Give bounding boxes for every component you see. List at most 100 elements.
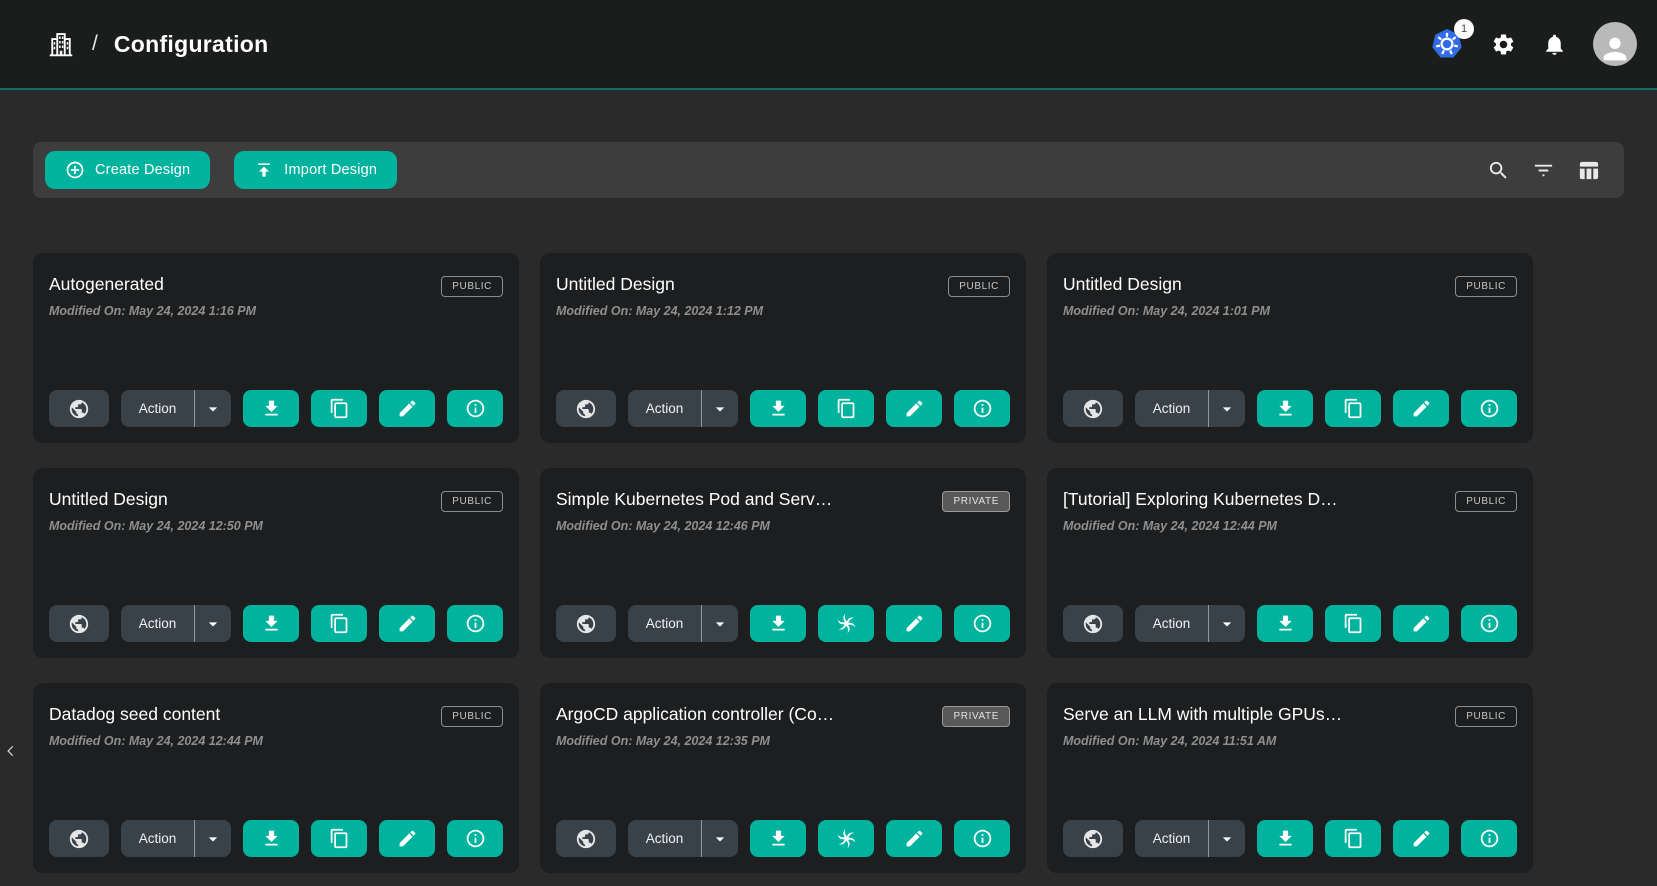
info-icon (465, 828, 486, 849)
download-design-button[interactable] (1257, 605, 1313, 642)
download-icon (1275, 613, 1296, 634)
clone-design-button[interactable] (311, 390, 367, 427)
design-info-button[interactable] (447, 390, 503, 427)
download-design-button[interactable] (243, 605, 299, 642)
edit-design-button[interactable] (379, 820, 435, 857)
visibility-globe-button[interactable] (1063, 605, 1123, 642)
design-info-button[interactable] (954, 820, 1010, 857)
action-button-label[interactable]: Action (121, 390, 195, 427)
design-title: Serve an LLM with multiple GPUs… (1063, 704, 1342, 726)
action-split-button[interactable]: Action (121, 820, 231, 857)
action-dropdown-toggle[interactable] (702, 390, 738, 427)
action-dropdown-toggle[interactable] (1209, 390, 1245, 427)
visibility-globe-button[interactable] (49, 390, 109, 427)
action-button-label[interactable]: Action (121, 820, 195, 857)
design-info-button[interactable] (447, 605, 503, 642)
edit-pencil-icon (1411, 613, 1432, 634)
design-title: Datadog seed content (49, 704, 220, 726)
visibility-badge: PUBLIC (441, 276, 503, 297)
design-info-button[interactable] (1461, 820, 1517, 857)
design-info-button[interactable] (1461, 390, 1517, 427)
edit-design-button[interactable] (1393, 390, 1449, 427)
edit-design-button[interactable] (1393, 820, 1449, 857)
design-info-button[interactable] (954, 390, 1010, 427)
action-split-button[interactable]: Action (628, 390, 738, 427)
organization-icon[interactable] (46, 29, 76, 59)
edit-design-button[interactable] (886, 820, 942, 857)
edit-design-button[interactable] (886, 390, 942, 427)
caret-down-icon (1217, 399, 1237, 419)
edit-design-button[interactable] (379, 605, 435, 642)
design-info-button[interactable] (447, 820, 503, 857)
visibility-globe-button[interactable] (49, 820, 109, 857)
download-design-button[interactable] (750, 390, 806, 427)
table-view-icon[interactable] (1577, 159, 1600, 182)
download-icon (261, 398, 282, 419)
edit-design-button[interactable] (379, 390, 435, 427)
copy-icon (329, 828, 350, 849)
edit-pencil-icon (397, 398, 418, 419)
design-info-button[interactable] (1461, 605, 1517, 642)
visibility-globe-button[interactable] (556, 390, 616, 427)
modified-on-text: Modified On: May 24, 2024 1:01 PM (1063, 304, 1517, 318)
filter-icon[interactable] (1532, 159, 1555, 182)
edit-design-button[interactable] (886, 605, 942, 642)
download-design-button[interactable] (243, 820, 299, 857)
search-icon[interactable] (1487, 159, 1510, 182)
edit-design-button[interactable] (1393, 605, 1449, 642)
clone-design-button[interactable] (818, 820, 874, 857)
card-header: Untitled Design PUBLIC (1063, 274, 1517, 297)
visibility-globe-button[interactable] (1063, 820, 1123, 857)
design-card: Autogenerated PUBLIC Modified On: May 24… (33, 253, 519, 443)
action-dropdown-toggle[interactable] (195, 820, 231, 857)
action-split-button[interactable]: Action (1135, 605, 1245, 642)
action-dropdown-toggle[interactable] (1209, 820, 1245, 857)
notifications-bell-icon[interactable] (1542, 32, 1567, 57)
action-split-button[interactable]: Action (628, 605, 738, 642)
action-split-button[interactable]: Action (121, 605, 231, 642)
visibility-globe-button[interactable] (49, 605, 109, 642)
kubernetes-context-button[interactable]: 1 (1429, 26, 1465, 62)
download-design-button[interactable] (1257, 820, 1313, 857)
create-design-button[interactable]: Create Design (45, 151, 210, 189)
caret-down-icon (203, 399, 223, 419)
design-info-button[interactable] (954, 605, 1010, 642)
clone-design-button[interactable] (1325, 390, 1381, 427)
clone-design-button[interactable] (818, 390, 874, 427)
download-design-button[interactable] (750, 605, 806, 642)
action-button-label[interactable]: Action (1135, 390, 1209, 427)
action-button-label[interactable]: Action (121, 605, 195, 642)
action-split-button[interactable]: Action (628, 820, 738, 857)
user-avatar[interactable] (1593, 22, 1637, 66)
clone-design-button[interactable] (818, 605, 874, 642)
action-dropdown-toggle[interactable] (702, 820, 738, 857)
download-design-button[interactable] (243, 390, 299, 427)
action-dropdown-toggle[interactable] (1209, 605, 1245, 642)
action-split-button[interactable]: Action (121, 390, 231, 427)
action-dropdown-toggle[interactable] (195, 605, 231, 642)
sidebar-collapse-handle[interactable] (2, 738, 20, 764)
action-button-label[interactable]: Action (1135, 820, 1209, 857)
action-dropdown-toggle[interactable] (195, 390, 231, 427)
visibility-globe-button[interactable] (556, 820, 616, 857)
visibility-globe-button[interactable] (1063, 390, 1123, 427)
action-split-button[interactable]: Action (1135, 820, 1245, 857)
visibility-globe-button[interactable] (556, 605, 616, 642)
action-button-label[interactable]: Action (1135, 605, 1209, 642)
action-button-label[interactable]: Action (628, 390, 702, 427)
clone-design-button[interactable] (1325, 605, 1381, 642)
card-header: Datadog seed content PUBLIC (49, 704, 503, 727)
clone-design-button[interactable] (311, 605, 367, 642)
action-button-label[interactable]: Action (628, 820, 702, 857)
settings-gear-icon[interactable] (1491, 32, 1516, 57)
action-button-label[interactable]: Action (628, 605, 702, 642)
clone-design-button[interactable] (311, 820, 367, 857)
clone-design-button[interactable] (1325, 820, 1381, 857)
action-dropdown-toggle[interactable] (702, 605, 738, 642)
download-design-button[interactable] (1257, 390, 1313, 427)
card-action-row: Action (49, 820, 503, 857)
import-design-button[interactable]: Import Design (234, 151, 397, 189)
download-design-button[interactable] (750, 820, 806, 857)
card-header: Serve an LLM with multiple GPUs… PUBLIC (1063, 704, 1517, 727)
action-split-button[interactable]: Action (1135, 390, 1245, 427)
